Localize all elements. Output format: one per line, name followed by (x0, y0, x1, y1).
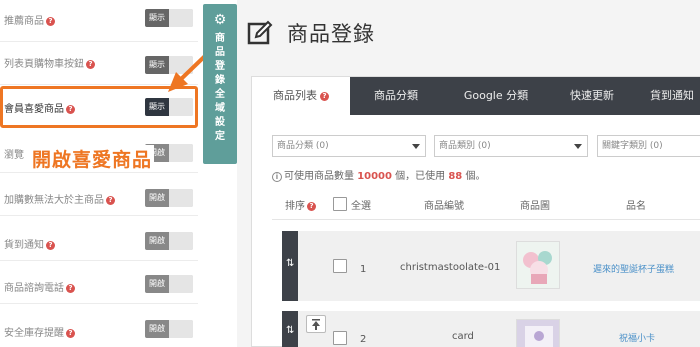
help-icon[interactable]: ? (66, 105, 75, 114)
page-title: 商品登錄 (287, 22, 375, 46)
setting-label: 商品諮詢電話 (4, 283, 64, 294)
product-name-link[interactable]: 遲來的聖誕杯子蛋糕 (593, 262, 674, 275)
row-index: 2 (360, 334, 367, 345)
global-settings-tab[interactable]: ⚙ 商 品 登 錄 全 域 設 定 (203, 4, 237, 164)
column-product-image: 商品圖 (520, 201, 550, 212)
tab-quick-update[interactable]: 快速更新 (550, 77, 634, 115)
table-row: ⇅ 1 christmastoolate-01 遲來的聖誕杯子蛋糕 (282, 231, 700, 301)
setting-row-favorites: 會員喜愛商品? 顯示 (0, 86, 198, 128)
filter-keyword-type[interactable]: 關鍵字類別 (0) (597, 135, 700, 157)
toggle-switch[interactable]: 顯示 (145, 56, 193, 74)
filter-product-category[interactable]: 商品分類 (0) (272, 135, 426, 157)
move-to-top-button[interactable] (306, 315, 326, 333)
select-all-checkbox[interactable] (333, 197, 347, 211)
toggle-switch[interactable]: 顯示 (145, 9, 193, 27)
tab-google-category[interactable]: Google 分類 (442, 77, 550, 115)
toggle-switch[interactable]: 開啟 (145, 189, 193, 207)
setting-row-stock-alert: 安全庫存提醒? 開啟 (0, 305, 198, 347)
setting-row-cart-button: 列表頁購物車按鈕? 顯示 (0, 43, 198, 85)
setting-label: 會員喜愛商品 (4, 104, 64, 115)
edit-icon (247, 20, 273, 45)
row-checkbox[interactable] (333, 331, 347, 345)
setting-label: 安全庫存提醒 (4, 328, 64, 339)
toggle-label: 顯示 (145, 9, 169, 27)
help-icon[interactable]: ? (46, 17, 55, 26)
product-card: 商品列表? 商品分類 Google 分類 快速更新 貨到通知 商品分類 (0) … (251, 76, 700, 347)
help-icon[interactable]: ? (86, 60, 95, 69)
toggle-handle (169, 232, 193, 250)
row-index: 1 (360, 264, 367, 275)
setting-label: 貨到通知 (4, 240, 44, 251)
toggle-label: 顯示 (145, 56, 169, 74)
column-product-name: 品名 (626, 201, 646, 212)
column-select-all: 全選 (351, 201, 371, 212)
setting-row-consult-phone: 商品諮詢電話? 開啟 (0, 262, 198, 304)
help-icon[interactable]: ? (66, 284, 75, 293)
tab-product-list[interactable]: 商品列表? (252, 77, 350, 115)
product-image[interactable] (516, 241, 560, 289)
toggle-switch[interactable]: 開啟 (145, 232, 193, 250)
help-icon[interactable]: ? (46, 241, 55, 250)
quota-info: i 可使用商品數量 10000 個，已使用 88 個。 (272, 167, 485, 182)
chevron-down-icon (574, 144, 582, 149)
help-icon[interactable]: ? (307, 202, 316, 211)
toggle-label: 開啟 (145, 232, 169, 250)
arrow-up-icon (312, 319, 320, 330)
product-code: card (452, 331, 474, 342)
chevron-down-icon (412, 144, 420, 149)
toggle-handle (169, 189, 193, 207)
toggle-handle (169, 56, 193, 74)
toggle-label: 顯示 (145, 98, 169, 116)
info-icon: i (272, 172, 282, 182)
toggle-handle (169, 9, 193, 27)
column-sort: 排序? (285, 197, 316, 212)
help-icon[interactable]: ? (106, 196, 115, 205)
help-icon[interactable]: ? (66, 329, 75, 338)
toggle-label: 開啟 (145, 320, 169, 338)
setting-label: 瀏覽 (4, 150, 24, 161)
toggle-handle (169, 320, 193, 338)
product-image[interactable] (516, 319, 560, 347)
help-icon[interactable]: ? (320, 92, 329, 101)
setting-label: 加購數無法大於主商品 (4, 195, 104, 206)
setting-row-addon-limit: 加購數無法大於主商品? 開啟 (0, 174, 198, 216)
row-checkbox[interactable] (333, 259, 347, 273)
toggle-switch[interactable]: 顯示 (145, 98, 193, 116)
drag-icon: ⇅ (286, 258, 295, 269)
drag-handle[interactable]: ⇅ (282, 231, 298, 301)
product-name-link[interactable]: 祝福小卡 (619, 331, 655, 344)
callout-annotation: 開啟喜愛商品 (30, 145, 155, 172)
column-product-code: 商品編號 (424, 201, 464, 212)
toggle-switch[interactable]: 開啟 (145, 320, 193, 338)
setting-label: 推薦商品 (4, 16, 44, 27)
global-settings-label: 商 品 登 錄 全 域 設 定 (215, 33, 225, 142)
gear-icon: ⚙ (213, 12, 227, 28)
tab-product-category[interactable]: 商品分類 (350, 77, 442, 115)
toggle-handle (169, 275, 193, 293)
toggle-handle (169, 144, 193, 162)
settings-panel: 推薦商品? 顯示 列表頁購物車按鈕? 顯示 會員喜愛商品? 顯示 瀏覽 開啟 加… (0, 0, 203, 347)
divider (272, 219, 700, 220)
setting-label: 列表頁購物車按鈕 (4, 59, 84, 70)
product-code: christmastoolate-01 (400, 262, 501, 273)
filter-product-type[interactable]: 商品類別 (0) (434, 135, 588, 157)
toggle-switch[interactable]: 開啟 (145, 275, 193, 293)
setting-row-recommended: 推薦商品? 顯示 (0, 0, 198, 42)
toggle-label: 開啟 (145, 275, 169, 293)
toggle-handle (169, 98, 193, 116)
tab-bar: 商品列表? 商品分類 Google 分類 快速更新 貨到通知 (252, 77, 700, 115)
drag-icon: ⇅ (286, 325, 295, 336)
table-row: ⇅ 2 card 祝福小卡 (282, 311, 700, 347)
setting-row-restock-notice: 貨到通知? 開啟 (0, 219, 198, 261)
main-area: 商品登錄 商品列表? 商品分類 Google 分類 快速更新 貨到通知 商品分類… (237, 0, 700, 347)
toggle-label: 開啟 (145, 189, 169, 207)
drag-handle[interactable]: ⇅ (282, 311, 298, 347)
tab-restock-notice[interactable]: 貨到通知 (634, 77, 700, 115)
